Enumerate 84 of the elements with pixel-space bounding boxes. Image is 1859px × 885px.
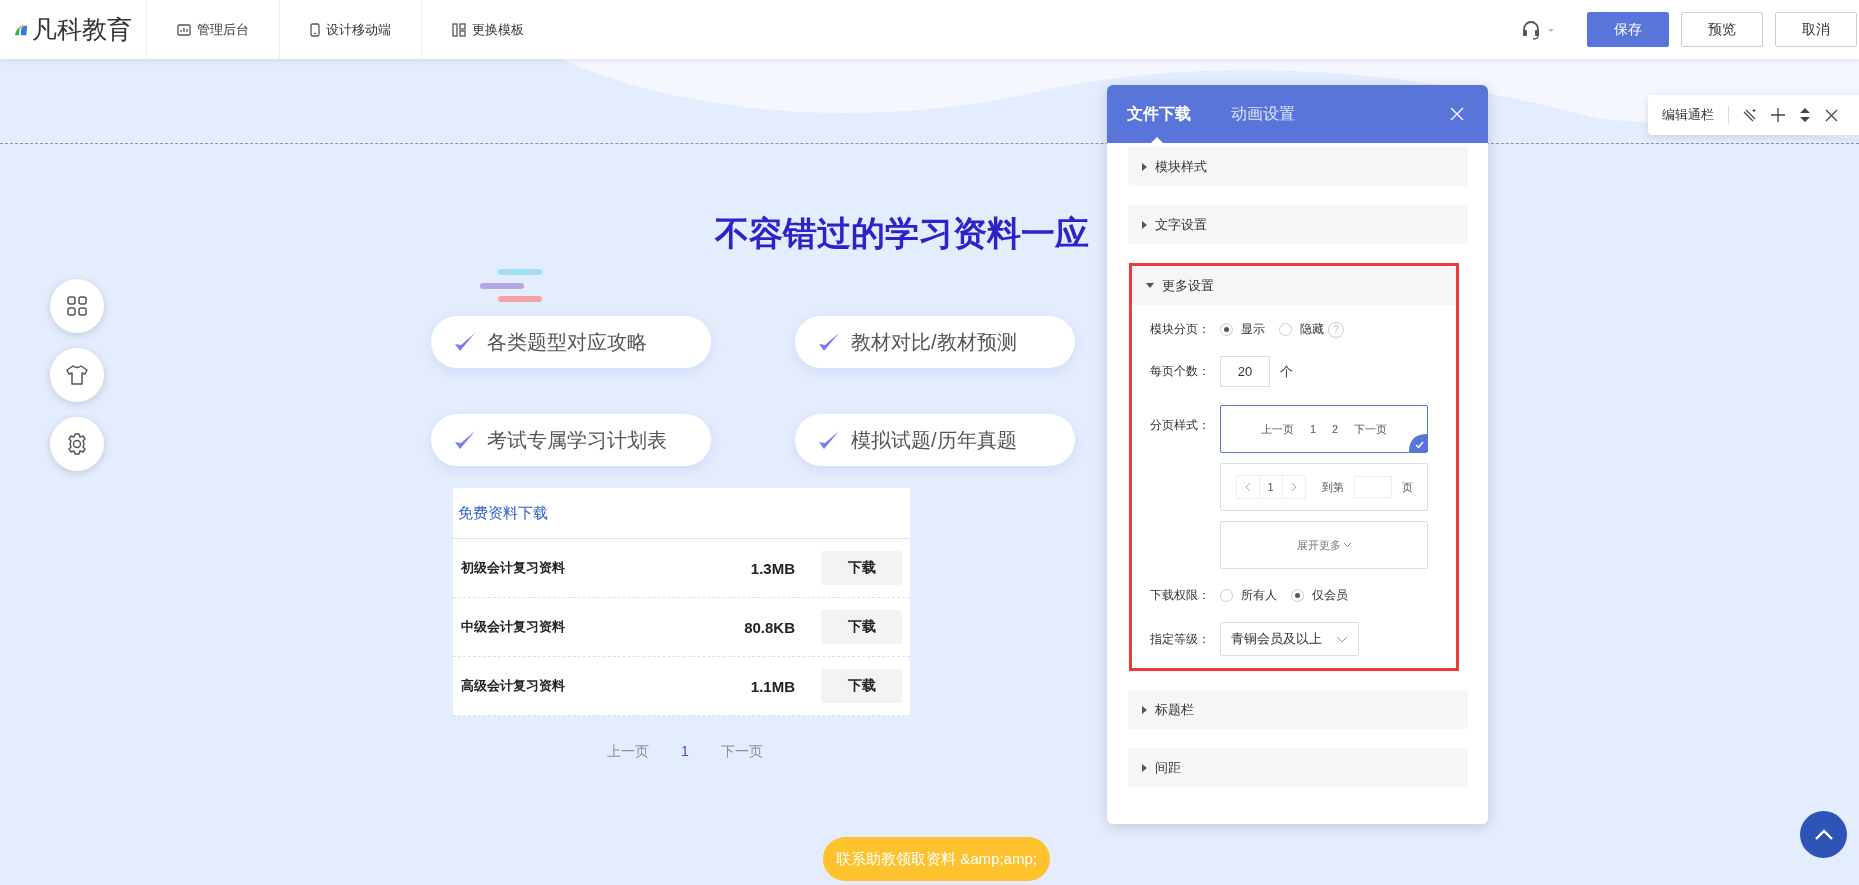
file-size: 80.8KB bbox=[744, 618, 795, 636]
file-size: 1.1MB bbox=[750, 677, 795, 695]
magic-wand-icon[interactable] bbox=[1743, 108, 1757, 122]
headset-icon[interactable] bbox=[1521, 19, 1557, 40]
section-header[interactable]: 标题栏 bbox=[1128, 690, 1468, 729]
caret-right-icon bbox=[1142, 162, 1147, 171]
action-button[interactable]: 保存 bbox=[1587, 12, 1669, 47]
caret-right-icon bbox=[1142, 705, 1147, 714]
decorative-lines-drawing bbox=[480, 269, 542, 302]
t-shirt-icon bbox=[66, 365, 88, 385]
check-icon bbox=[453, 429, 477, 451]
chevron-down-icon bbox=[1336, 635, 1348, 643]
pager-sample-text: 到第 bbox=[1321, 479, 1344, 495]
pager-sample: 1 bbox=[1235, 475, 1306, 499]
pager-sample-text: 页 bbox=[1401, 479, 1413, 495]
bar-chart-icon bbox=[177, 23, 191, 36]
phone-icon bbox=[310, 22, 320, 37]
feature-text: 模拟试题/历年真题 bbox=[851, 427, 1017, 453]
field-label: 每页个数： bbox=[1150, 363, 1211, 380]
pagination-style-option[interactable]: 1 到第 页 bbox=[1220, 463, 1428, 511]
selected-check-icon bbox=[1409, 434, 1427, 452]
download-button[interactable]: 下载 bbox=[821, 669, 902, 703]
caret-right-icon bbox=[1142, 763, 1147, 772]
radio-option[interactable]: 所有人 bbox=[1220, 587, 1277, 604]
feature-text: 各类题型对应攻略 bbox=[487, 329, 647, 355]
section-header[interactable]: 文字设置 bbox=[1128, 205, 1468, 244]
file-name: 中级会计复习资料 bbox=[461, 618, 566, 636]
grid-icon bbox=[67, 296, 87, 316]
check-icon bbox=[453, 331, 477, 353]
chevron-up-icon bbox=[1814, 829, 1833, 840]
download-button[interactable]: 下载 bbox=[821, 551, 902, 585]
check-icon bbox=[817, 429, 841, 451]
file-size: 1.3MB bbox=[750, 559, 795, 577]
chevron-down-icon bbox=[1342, 542, 1352, 548]
pager-sample-text: 下一页 bbox=[1354, 421, 1388, 437]
section-header[interactable]: 更多设置 bbox=[1132, 266, 1456, 305]
section-header[interactable]: 模块样式 bbox=[1128, 147, 1468, 186]
check-icon bbox=[817, 331, 841, 353]
pagination-style-option[interactable]: 上一页 1 2 下一页 bbox=[1220, 405, 1428, 453]
settings-icon bbox=[66, 433, 88, 455]
move-up-down-icon[interactable] bbox=[1799, 107, 1811, 123]
action-button[interactable]: 取消 bbox=[1775, 12, 1857, 47]
pager-sample-text: 上一页 bbox=[1260, 421, 1294, 437]
back-to-top-button[interactable] bbox=[1800, 811, 1847, 858]
radio-option[interactable]: 仅会员 bbox=[1291, 587, 1348, 604]
field-label: 下载权限： bbox=[1150, 587, 1211, 604]
section-heading: 不容错过的学习资料一应 bbox=[715, 213, 1089, 254]
field-label: 模块分页： bbox=[1150, 321, 1211, 338]
layout-icon bbox=[452, 22, 466, 37]
section-header[interactable]: 间距 bbox=[1128, 748, 1468, 787]
nav-link[interactable]: 设计移动端 bbox=[279, 0, 421, 59]
toolbar-label: 编辑通栏 bbox=[1662, 106, 1729, 124]
expand-more-button[interactable]: 展开更多 bbox=[1220, 521, 1428, 569]
number-input[interactable]: 20 bbox=[1220, 356, 1270, 387]
feature-text: 考试专属学习计划表 bbox=[487, 427, 667, 453]
radio-option[interactable]: 隐藏 bbox=[1279, 321, 1324, 338]
pager-sample-text: 2 bbox=[1332, 423, 1339, 435]
nav-link[interactable]: 管理后台 bbox=[146, 0, 279, 59]
panel-tab[interactable]: 动画设置 bbox=[1231, 85, 1315, 143]
components-button[interactable] bbox=[50, 279, 104, 333]
panel-tab[interactable]: 文件下载 bbox=[1127, 85, 1211, 143]
theme-button[interactable] bbox=[50, 348, 104, 402]
unit-label: 个 bbox=[1280, 362, 1293, 381]
nav-link[interactable]: 更换模板 bbox=[421, 0, 554, 59]
caret-down-icon bbox=[1146, 283, 1154, 288]
field-label: 分页样式： bbox=[1150, 417, 1211, 434]
chevron-right-icon bbox=[1290, 482, 1297, 492]
feature-text: 教材对比/教材预测 bbox=[851, 329, 1017, 355]
close-icon[interactable] bbox=[1825, 108, 1838, 122]
plus-icon[interactable] bbox=[1771, 108, 1785, 122]
download-button[interactable]: 下载 bbox=[821, 610, 902, 644]
settings-button[interactable] bbox=[50, 417, 104, 471]
radio-option[interactable]: 显示 bbox=[1220, 321, 1265, 338]
table-title: 免费资料下载 bbox=[458, 503, 548, 523]
caret-right-icon bbox=[1142, 220, 1147, 229]
page-number[interactable]: 1 bbox=[681, 743, 689, 761]
chevron-left-icon bbox=[1244, 482, 1251, 492]
pager-sample-text: 1 bbox=[1309, 423, 1316, 435]
field-label: 指定等级： bbox=[1150, 630, 1211, 648]
logo-text: 凡科教育 bbox=[32, 14, 132, 45]
file-name: 高级会计复习资料 bbox=[461, 677, 566, 695]
level-dropdown[interactable]: 青铜会员及以上 bbox=[1220, 622, 1359, 656]
file-name: 初级会计复习资料 bbox=[461, 559, 566, 577]
action-button[interactable]: 预览 bbox=[1681, 12, 1763, 47]
